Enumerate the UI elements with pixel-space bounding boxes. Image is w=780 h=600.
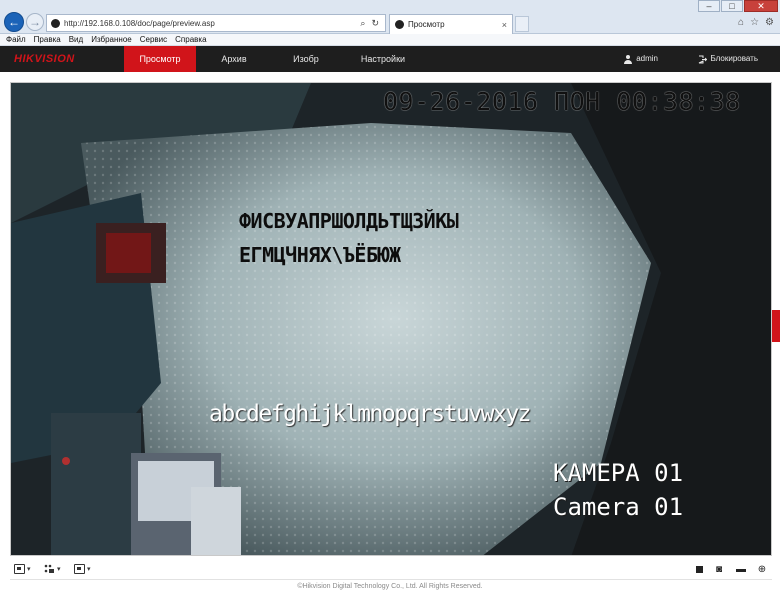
address-bar[interactable]: http://192.168.0.108/doc/page/preview.as… (46, 14, 386, 32)
capture-button[interactable]: ◙ (712, 562, 726, 576)
side-panel-toggle[interactable] (772, 310, 780, 342)
refresh-icon[interactable]: ↻ (371, 18, 379, 29)
osd-cyrillic-line-1: ФИСВУАПРШОЛДЬТЩЗЙКЫ (239, 209, 459, 233)
user-menu[interactable]: admin (624, 46, 658, 72)
live-video-view[interactable]: 09-26-2016 ПОН 00:38:38 ФИСВУАПРШОЛДЬТЩЗ… (10, 82, 772, 556)
home-icon[interactable]: ⌂ (738, 17, 744, 28)
browser-tab[interactable]: Просмотр × (389, 14, 513, 34)
osd-datetime: 09-26-2016 ПОН 00:38:38 (383, 87, 741, 116)
url-text[interactable]: http://192.168.0.108/doc/page/preview.as… (64, 19, 360, 28)
menu-edit[interactable]: Правка (34, 34, 61, 45)
stop-button[interactable] (692, 562, 706, 576)
osd-cyrillic-line-2: ЕГМЦЧНЯХ\ЪЁБЮЖ (239, 243, 401, 267)
osd-latin-alphabet: abcdefghijklmnopqrstuvwxyz (209, 401, 532, 427)
browser-chrome: ← → http://192.168.0.108/doc/page/previe… (0, 0, 780, 34)
record-button[interactable]: ▬ (734, 562, 748, 576)
osd-camera-name-en: Camera 01 (553, 493, 684, 521)
menu-file[interactable]: Файл (6, 34, 26, 45)
site-favicon-icon (51, 18, 60, 28)
menu-view[interactable]: Вид (69, 34, 83, 45)
lock-label: Блокировать (710, 54, 759, 63)
favorites-icon[interactable]: ☆ (750, 17, 759, 28)
maximize-button[interactable]: □ (721, 0, 743, 12)
nav-settings[interactable]: Настройки (352, 46, 414, 72)
chevron-down-icon: ▾ (27, 566, 31, 573)
logout-icon (698, 55, 707, 63)
nav-image[interactable]: Изобр (284, 46, 328, 72)
browser-toolbar-icons: ⌂ ☆ ⚙ (738, 17, 774, 28)
stream-type-button[interactable]: ▾ (44, 562, 61, 576)
video-toolbar: ▾ ▾ ▾ ◙ ▬ ⊕ (10, 558, 772, 580)
menu-bar: Файл Правка Вид Избранное Сервис Справка (0, 34, 780, 46)
user-icon (624, 54, 633, 64)
zoom-icon: ⊕ (757, 563, 767, 575)
copyright-footer: ©Hikvision Digital Technology Co., Ltd. … (297, 583, 483, 590)
tab-favicon-icon (395, 20, 404, 29)
stop-icon (695, 565, 703, 573)
layout-icon (14, 564, 25, 574)
digital-zoom-button[interactable]: ⊕ (755, 562, 769, 576)
forward-arrow-icon: → (29, 15, 41, 29)
window-controls: – □ ✕ (698, 0, 778, 12)
back-arrow-icon: ← (8, 15, 20, 29)
aspect-ratio-icon (74, 564, 85, 574)
window-layout-button[interactable]: ▾ (14, 562, 31, 576)
menu-tools[interactable]: Сервис (140, 34, 167, 45)
settings-icon[interactable]: ⚙ (765, 17, 774, 28)
forward-button[interactable]: → (26, 13, 44, 31)
menu-help[interactable]: Справка (175, 34, 206, 45)
osd-camera-name-ru: КАМЕРА 01 (553, 459, 684, 487)
tab-title: Просмотр (408, 20, 445, 29)
nav-archive[interactable]: Архив (212, 46, 256, 72)
aspect-ratio-button[interactable]: ▾ (74, 562, 91, 576)
hikvision-logo: HIKVISION (14, 53, 75, 65)
app-header: HIKVISION Просмотр Архив Изобр Настройки… (0, 46, 780, 72)
close-button[interactable]: ✕ (744, 0, 778, 12)
chevron-down-icon: ▾ (87, 566, 91, 573)
username: admin (636, 54, 658, 63)
back-button[interactable]: ← (4, 12, 24, 32)
chevron-down-icon: ▾ (57, 566, 61, 573)
new-tab-button[interactable] (515, 16, 529, 32)
nav-preview[interactable]: Просмотр (124, 46, 196, 72)
record-icon: ▬ (736, 563, 746, 575)
tab-close-icon[interactable]: × (502, 20, 507, 30)
stream-icon (44, 564, 54, 573)
lock-button[interactable]: Блокировать (698, 46, 759, 72)
main-area: 09-26-2016 ПОН 00:38:38 ФИСВУАПРШОЛДЬТЩЗ… (0, 72, 780, 600)
search-icon[interactable]: ⌕ (360, 18, 365, 29)
menu-favorites[interactable]: Избранное (91, 34, 132, 45)
minimize-button[interactable]: – (698, 0, 720, 12)
camera-icon: ◙ (715, 563, 723, 575)
